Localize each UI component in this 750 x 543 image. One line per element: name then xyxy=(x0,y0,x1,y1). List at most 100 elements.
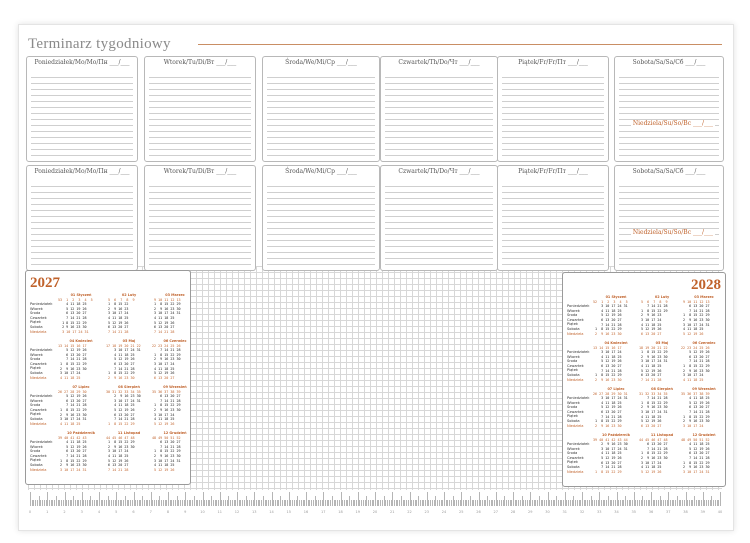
month-block: 07 Lipiec 26 27 28 29 30 31 3 10 17 24 31… xyxy=(593,387,639,428)
writing-lines xyxy=(267,181,375,266)
ruler-number: 39 xyxy=(700,510,705,514)
week2-day-3[interactable]: Środa/We/Mi/Ср ___/___ xyxy=(262,165,380,271)
week2-day-5[interactable]: Piątek/Fr/Fr/Пт ___/___ xyxy=(497,165,609,271)
weekday-labels: Poniedziałek Wtorek Środa Czwartek Piątek Sob… xyxy=(30,440,52,472)
day-row: 5 12 19 26 xyxy=(681,331,704,336)
day-label: Wtorek/Tu/Di/Вт ___/___ xyxy=(163,168,237,175)
ruler-number: 5 xyxy=(115,510,118,514)
week1-day-1[interactable]: Poniedziałek/Mo/Mo/Пн ___/___ xyxy=(26,56,138,162)
weekday-label: Niedziela xyxy=(30,375,47,380)
day-row: 3 10 17 24 31 xyxy=(58,329,89,334)
day-label: Czwartek/Th/Do/Чт ___/___ xyxy=(398,168,480,175)
day-row: 7 14 21 28 xyxy=(106,467,129,472)
day-row: 5 12 19 26 xyxy=(639,469,662,474)
week1-day-3[interactable]: Środa/We/Mi/Ср ___/___ xyxy=(262,56,380,162)
title-rule xyxy=(198,44,722,45)
writing-lines xyxy=(149,72,251,157)
weekday-labels: Poniedziałek Wtorek Środa Czwartek Piątek Sob… xyxy=(567,442,589,474)
ruler-number: 34 xyxy=(614,510,619,514)
day-row: 6 13 20 27 xyxy=(152,375,175,380)
ruler-number: 25 xyxy=(459,510,464,514)
day-row: 1 8 15 22 29 xyxy=(106,421,135,426)
writing-lines xyxy=(385,72,493,157)
week2-day-6[interactable]: Sobota/Sa/Sa/Сб ___/___ Niedziela/Su/So/В… xyxy=(614,165,724,271)
day-row: 4 11 18 25 xyxy=(58,375,81,380)
weekday-labels: Poniedziałek Wtorek Środa Czwartek Piątek Sob… xyxy=(30,394,52,426)
day-row: 2 9 16 23 30 xyxy=(593,377,622,382)
ruler-number: 20 xyxy=(372,510,378,514)
calendar-2028: 2028 Poniedziałek Wtorek Środa Czwartek Piąte… xyxy=(562,272,726,487)
week2-day-4[interactable]: Czwartek/Th/Do/Чт ___/___ xyxy=(380,165,498,271)
ruler-number: 40 xyxy=(717,510,723,514)
ruler: 0 1 2 3 4 5 6 7 8 9 10 11 12 13 14 15 16 17 18 19 20 21 22 23 24… xyxy=(29,492,723,514)
weekday-label: Poniedziałek xyxy=(567,304,590,308)
weekday-label: Niedziela xyxy=(567,423,584,428)
ruler-number: 8 xyxy=(166,510,170,514)
month-block: 11 Listopad 44 45 46 47 48 6 13 20 27 7 1… xyxy=(639,433,685,474)
weekday-label: Niedziela xyxy=(567,331,584,336)
weekday-labels: Poniedziałek Wtorek Środa Czwartek Piątek Sob… xyxy=(567,396,589,428)
week1-day-5[interactable]: Piątek/Fr/Fr/Пт ___/___ xyxy=(497,56,609,162)
day-row: 3 10 17 24 31 xyxy=(58,467,87,472)
ruler-number: 32 xyxy=(579,510,585,514)
weekday-labels: Poniedziałek Wtorek Środa Czwartek Piątek Sob… xyxy=(30,348,52,380)
month-block: 09 Wrzesień 35 36 37 38 39 6 13 20 27 7 1… xyxy=(152,385,190,426)
week2-day-2[interactable]: Wtorek/Tu/Di/Вт ___/___ xyxy=(144,165,256,271)
weekday-label: Poniedziałek xyxy=(567,350,590,354)
month-block: 01 Styczeń 52 1 2 3 4 5 3 10 17 24 31 4 1… xyxy=(593,295,639,336)
month-block: 08 Sierpień 30 31 32 33 34 35 2 9 16 23 3… xyxy=(106,385,152,426)
weekday-labels: Poniedziałek Wtorek Środa Czwartek Piątek Sob… xyxy=(567,350,589,382)
month-block: 12 Grudzień 48 49 50 51 52 4 11 18 25 5 1… xyxy=(681,433,725,474)
page-title: Terminarz tygodniowy xyxy=(28,36,171,52)
ruler-number: 2 xyxy=(63,510,66,514)
weekday-label: Poniedziałek xyxy=(30,394,53,398)
month-block: 06 Czerwiec 22 23 24 25 26 7 14 21 28 1 8… xyxy=(152,339,190,380)
day-row: 2 9 16 23 30 xyxy=(593,331,622,336)
ruler-number: 37 xyxy=(666,510,671,514)
ruler-number: 31 xyxy=(562,510,567,514)
ruler-number: 30 xyxy=(545,510,550,514)
ruler-number: 15 xyxy=(286,510,291,514)
ruler-number: 11 xyxy=(217,510,222,514)
weekday-label: Poniedziałek xyxy=(567,396,590,400)
weekday-label: Niedziela xyxy=(30,329,47,334)
ruler-number: 29 xyxy=(528,510,533,514)
ruler-number: 28 xyxy=(510,510,516,514)
month-block: 08 Sierpień 31 32 33 34 35 7 14 21 28 1 8… xyxy=(639,387,685,428)
writing-lines xyxy=(619,181,719,266)
ruler-number: 4 xyxy=(97,510,101,514)
ruler-number: 26 xyxy=(476,510,481,514)
weekday-label: Niedziela xyxy=(567,469,584,474)
week1-day-4[interactable]: Czwartek/Th/Do/Чт ___/___ xyxy=(380,56,498,162)
month-block: 03 Marzec 9 10 11 12 13 6 13 20 27 7 14 … xyxy=(681,295,725,336)
week1-day-6[interactable]: Sobota/Sa/Sa/Сб ___/___ Niedziela/Su/So/В… xyxy=(614,56,724,162)
day-label: Czwartek/Th/Do/Чт ___/___ xyxy=(398,59,480,66)
day-row: 7 14 21 28 xyxy=(639,377,662,382)
week1-day-2[interactable]: Wtorek/Tu/Di/Вт ___/___ xyxy=(144,56,256,162)
day-row: 3 10 17 24 31 xyxy=(681,469,710,474)
writing-lines xyxy=(502,181,604,266)
weekday-label: Niedziela xyxy=(30,467,47,472)
month-block: 12 Grudzień 48 49 50 51 52 6 13 20 27 7 1… xyxy=(152,431,190,472)
weekday-label: Poniedziałek xyxy=(567,442,590,446)
ruler-number: 35 xyxy=(631,510,636,514)
calendar-2027: 2027 Poniedziałek Wtorek Środa Czwartek Piąte… xyxy=(25,270,191,485)
day-row: 7 14 21 28 xyxy=(152,329,175,334)
sunday-label: Niedziela/Su/So/Вс ___/___ xyxy=(630,120,715,127)
ruler-tick xyxy=(720,492,721,506)
ruler-number: 24 xyxy=(441,510,447,514)
weekday-labels: Poniedziałek Wtorek Środa Czwartek Piątek Sob… xyxy=(567,304,589,336)
writing-lines xyxy=(502,72,604,157)
month-block: 07 Lipiec 26 27 28 29 30 5 12 19 26 6 13 … xyxy=(58,385,104,426)
ruler-number: 14 xyxy=(269,510,274,514)
ruler-number: 17 xyxy=(321,510,326,514)
day-row: 4 11 18 25 xyxy=(681,377,704,382)
day-row: 3 10 17 24 xyxy=(681,423,704,428)
day-label: Poniedziałek/Mo/Mo/Пн ___/___ xyxy=(34,168,130,175)
week2-day-1[interactable]: Poniedziałek/Mo/Mo/Пн ___/___ xyxy=(26,165,138,271)
writing-lines xyxy=(267,72,375,157)
day-row: 5 12 19 26 xyxy=(152,467,175,472)
month-block: 01 Styczeń 53 1 2 3 4 5 4 11 18 25 5 12 1… xyxy=(58,293,104,334)
weekday-label: Niedziela xyxy=(30,421,47,426)
day-label: Środa/We/Mi/Ср ___/___ xyxy=(285,168,357,175)
